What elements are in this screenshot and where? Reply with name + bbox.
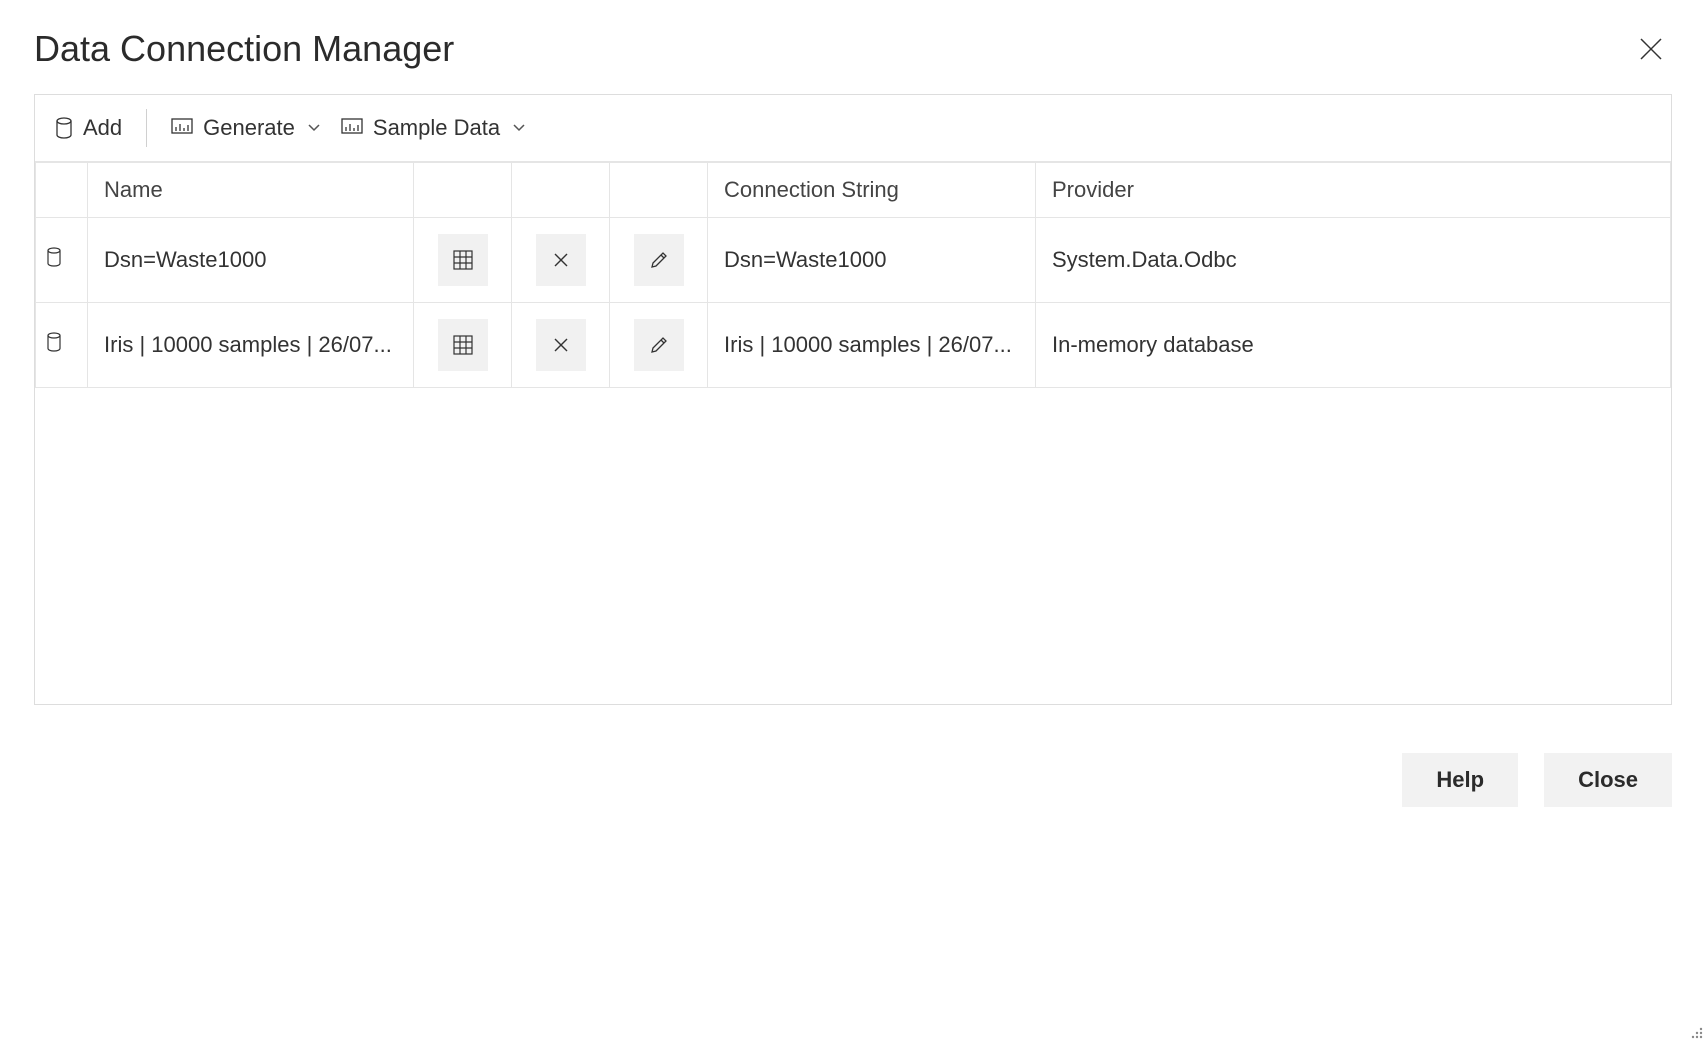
row-connection-string: Iris | 10000 samples | 26/07... xyxy=(708,303,1036,388)
close-icon xyxy=(552,251,570,269)
row-icon-cell xyxy=(36,218,88,303)
col-header-name: Name xyxy=(88,163,414,218)
pencil-icon xyxy=(649,250,669,270)
delete-button[interactable] xyxy=(536,234,586,286)
table-row[interactable]: Iris | 10000 samples | 26/07... xyxy=(36,303,1671,388)
database-icon xyxy=(46,332,62,352)
delete-button[interactable] xyxy=(536,319,586,371)
grid-icon xyxy=(452,334,474,356)
toolbar-divider xyxy=(146,109,147,147)
sample-data-dropdown[interactable]: Sample Data xyxy=(341,115,526,141)
table-header-row: Name Connection String Provider xyxy=(36,163,1671,218)
col-header-icon xyxy=(36,163,88,218)
col-header-action1 xyxy=(414,163,512,218)
row-provider: In-memory database xyxy=(1036,303,1671,388)
dialog-header: Data Connection Manager xyxy=(0,0,1706,94)
row-provider: System.Data.Odbc xyxy=(1036,218,1671,303)
col-header-connection: Connection String xyxy=(708,163,1036,218)
close-icon[interactable] xyxy=(1630,28,1672,70)
row-connection-string: Dsn=Waste1000 xyxy=(708,218,1036,303)
row-name: Dsn=Waste1000 xyxy=(88,218,414,303)
row-name: Iris | 10000 samples | 26/07... xyxy=(88,303,414,388)
close-icon xyxy=(552,336,570,354)
chart-icon xyxy=(341,118,363,138)
add-label: Add xyxy=(83,115,122,141)
dialog-footer: Help Close xyxy=(0,705,1706,807)
resize-handle[interactable] xyxy=(1686,1022,1704,1040)
database-icon xyxy=(46,247,62,267)
add-button[interactable]: Add xyxy=(55,115,122,141)
col-header-action3 xyxy=(610,163,708,218)
row-icon-cell xyxy=(36,303,88,388)
table-row[interactable]: Dsn=Waste1000 xyxy=(36,218,1671,303)
close-button[interactable]: Close xyxy=(1544,753,1672,807)
view-table-button[interactable] xyxy=(438,319,488,371)
chart-icon xyxy=(171,118,193,138)
chevron-down-icon xyxy=(307,123,321,133)
toolbar: Add Generate xyxy=(35,95,1671,162)
generate-label: Generate xyxy=(203,115,295,141)
content-panel: Add Generate xyxy=(34,94,1672,705)
grid-icon xyxy=(452,249,474,271)
table-empty-area xyxy=(35,388,1671,704)
connections-table: Name Connection String Provider xyxy=(35,162,1671,388)
help-button[interactable]: Help xyxy=(1402,753,1518,807)
chevron-down-icon xyxy=(512,123,526,133)
view-table-button[interactable] xyxy=(438,234,488,286)
generate-dropdown[interactable]: Generate xyxy=(171,115,321,141)
database-icon xyxy=(55,117,73,139)
dialog-title: Data Connection Manager xyxy=(34,28,454,70)
col-header-action2 xyxy=(512,163,610,218)
sample-data-label: Sample Data xyxy=(373,115,500,141)
edit-button[interactable] xyxy=(634,234,684,286)
edit-button[interactable] xyxy=(634,319,684,371)
pencil-icon xyxy=(649,335,669,355)
col-header-provider: Provider xyxy=(1036,163,1671,218)
